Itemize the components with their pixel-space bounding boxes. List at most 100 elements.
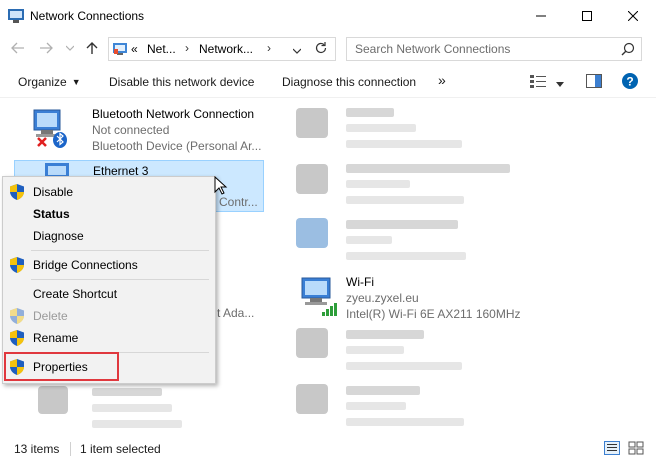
title-bar: Network Connections <box>0 0 656 32</box>
blurred-text <box>346 346 404 354</box>
bluetooth-network-icon <box>33 109 67 148</box>
dropdown-arrow-icon: ▼ <box>71 77 81 87</box>
maximize-button[interactable] <box>564 0 610 32</box>
up-button[interactable] <box>84 40 100 56</box>
breadcrumb-net[interactable]: Net... <box>147 42 176 56</box>
properties-highlight <box>4 352 119 381</box>
back-arrow-icon <box>11 42 24 54</box>
minimize-button[interactable] <box>518 0 564 32</box>
menu-item-disable[interactable]: Disable <box>3 181 215 203</box>
menu-item-label: Delete <box>33 309 68 323</box>
address-bar[interactable]: « Net... › Network... › <box>108 37 336 61</box>
refresh-button[interactable] <box>314 41 332 57</box>
item-count: 13 items <box>14 442 60 456</box>
minimize-icon <box>536 15 546 17</box>
back-button[interactable] <box>10 40 26 56</box>
menu-item-label: Diagnose <box>33 229 84 243</box>
wifi-network-icon <box>301 277 337 316</box>
details-view-icon <box>530 75 546 88</box>
diagnose-connection-button[interactable]: Diagnose this connection <box>282 75 416 89</box>
menu-item-bridge-connections[interactable]: Bridge Connections <box>3 254 215 276</box>
blurred-text <box>92 404 172 412</box>
refresh-icon <box>315 42 327 54</box>
menu-item-create-shortcut[interactable]: Create Shortcut <box>3 283 215 305</box>
svg-text:?: ? <box>626 75 633 89</box>
connection-item-wifi[interactable]: Wi-Fi zyeu.zyxel.eu Intel(R) Wi-Fi 6E AX… <box>286 272 536 324</box>
search-icon <box>621 42 635 56</box>
blurred-text <box>346 386 420 395</box>
dropdown-arrow-icon <box>556 82 564 87</box>
chevron-down-icon <box>66 45 74 51</box>
blurred-text <box>346 196 464 204</box>
control-panel-icon <box>113 43 127 55</box>
blurred-text <box>346 220 458 229</box>
blurred-text <box>346 108 394 117</box>
view-options-dropdown[interactable] <box>556 77 564 91</box>
uac-shield-icon <box>10 330 24 346</box>
more-commands-button[interactable]: » <box>438 72 446 88</box>
close-button[interactable] <box>610 0 656 32</box>
connection-status: Not connected <box>92 123 170 137</box>
menu-separator <box>31 279 209 280</box>
menu-item-label: Rename <box>33 331 79 345</box>
blurred-text <box>92 388 162 396</box>
up-arrow-icon <box>86 42 98 54</box>
partial-adapter-text: t Ada... <box>217 306 255 320</box>
forward-button[interactable] <box>38 40 54 56</box>
uac-shield-icon <box>10 257 24 273</box>
blurred-text <box>346 330 424 339</box>
recent-locations-button[interactable] <box>62 40 78 56</box>
uac-shield-icon <box>10 184 24 200</box>
blurred-connection-icon <box>296 164 328 194</box>
close-icon <box>628 11 638 21</box>
organize-label: Organize <box>18 75 67 89</box>
forward-arrow-icon <box>40 42 53 54</box>
uac-shield-icon <box>10 308 24 324</box>
menu-item-rename[interactable]: Rename <box>3 327 215 349</box>
connection-device: Intel(R) Wi-Fi 6E AX211 160MHz <box>346 307 521 321</box>
status-bar: 13 items 1 item selected <box>0 436 656 460</box>
blurred-text <box>346 180 410 188</box>
connection-status: zyeu.zyxel.eu <box>346 291 419 305</box>
help-icon: ? <box>622 73 638 89</box>
breadcrumb-network[interactable]: Network... <box>199 42 253 56</box>
maximize-icon <box>582 11 592 21</box>
menu-item-diagnose[interactable]: Diagnose <box>3 225 215 247</box>
details-view-toggle[interactable] <box>604 441 620 458</box>
connection-device: Contr... <box>219 195 258 209</box>
blurred-text <box>346 418 464 426</box>
help-button[interactable]: ? <box>622 73 638 92</box>
selection-count: 1 item selected <box>80 442 161 456</box>
window-title: Network Connections <box>30 9 145 23</box>
menu-separator <box>31 250 209 251</box>
status-divider <box>70 442 71 456</box>
chevron-down-icon <box>292 48 302 54</box>
change-view-button[interactable] <box>530 74 546 91</box>
menu-item-delete: Delete <box>3 305 215 327</box>
connection-name: Wi-Fi <box>346 275 374 289</box>
blurred-text <box>346 402 406 410</box>
command-bar: Organize ▼ Disable this network device Di… <box>0 68 656 98</box>
blurred-connection-icon <box>296 384 328 414</box>
address-overflow[interactable]: « <box>131 42 138 56</box>
connection-item-bluetooth[interactable]: Bluetooth Network Connection Not connect… <box>14 104 264 156</box>
blurred-text <box>346 140 462 148</box>
menu-item-label: Disable <box>33 185 74 199</box>
blurred-connection-icon <box>296 328 328 358</box>
connection-device: Bluetooth Device (Personal Ar... <box>92 139 262 153</box>
blurred-text <box>346 252 466 260</box>
menu-item-label: Create Shortcut <box>33 287 118 301</box>
blurred-connection-icon <box>296 108 328 138</box>
disable-device-button[interactable]: Disable this network device <box>109 75 254 89</box>
organize-button[interactable]: Organize ▼ <box>18 75 81 89</box>
breadcrumb-separator: › <box>185 41 189 55</box>
search-input[interactable]: Search Network Connections <box>355 42 510 56</box>
menu-item-status[interactable]: Status <box>3 203 215 225</box>
search-box[interactable]: Search Network Connections <box>346 37 642 61</box>
preview-pane-button[interactable] <box>586 74 602 91</box>
menu-item-label: Status <box>33 207 70 221</box>
large-icons-view-toggle[interactable] <box>628 441 644 458</box>
breadcrumb-separator: › <box>267 41 271 55</box>
address-dropdown-button[interactable] <box>292 43 302 57</box>
blurred-text <box>346 124 416 132</box>
